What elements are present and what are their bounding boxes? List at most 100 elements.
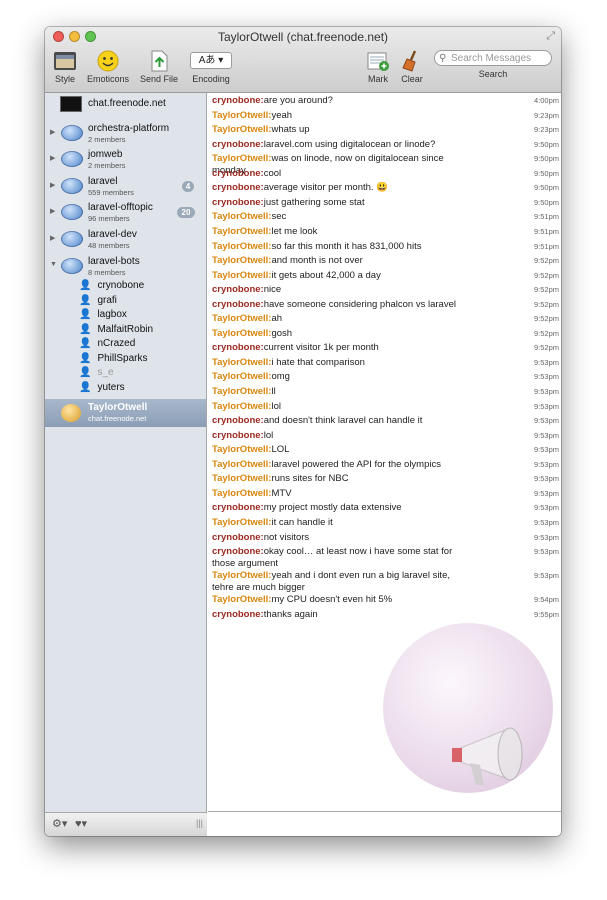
resize-handle-icon[interactable]: ||| (196, 818, 203, 828)
member-item[interactable]: 👤 crynobone (79, 280, 144, 291)
unread-badge: 20 (177, 207, 195, 218)
member-item[interactable]: 👤 lagbox (79, 309, 127, 320)
message-nick[interactable]: crynobone: (212, 299, 264, 310)
channel-item[interactable]: ▼ laravel-bots 8 members (45, 255, 206, 279)
message-nick[interactable]: crynobone: (212, 284, 264, 295)
message-time: 9:53pm (533, 488, 559, 498)
message-nick[interactable]: crynobone: (212, 532, 264, 543)
send-file-label: Send File (139, 74, 179, 84)
clear-button[interactable]: Clear (397, 50, 427, 84)
message-nick[interactable]: crynobone: (212, 197, 264, 208)
member-item[interactable]: 👤 nCrazed (79, 338, 135, 349)
chat-message: crynobone:laravel.com using digitalocean… (212, 139, 559, 151)
message-nick[interactable]: TaylorOtwell: (212, 241, 271, 252)
disclosure-closed-icon[interactable]: ▶ (50, 128, 55, 136)
chat-message: TaylorOtwell:omg 9:53pm (212, 371, 559, 383)
message-nick[interactable]: TaylorOtwell: (212, 444, 271, 455)
channel-item[interactable]: ▶ orchestra-platform 2 members (45, 122, 206, 146)
message-nick[interactable]: crynobone: (212, 182, 264, 193)
encoding-button[interactable]: Aあ ▾ Encoding (187, 50, 235, 84)
disclosure-closed-icon[interactable]: ▶ (50, 207, 55, 215)
member-item[interactable]: 👤 yuters (79, 382, 125, 393)
message-nick[interactable]: TaylorOtwell: (212, 124, 271, 135)
message-nick[interactable]: TaylorOtwell: (212, 226, 271, 237)
message-nick[interactable]: TaylorOtwell: (212, 594, 271, 605)
message-input[interactable] (208, 811, 561, 836)
message-nick[interactable]: crynobone: (212, 415, 264, 426)
chat-message: crynobone:thanks again 9:55pm (212, 609, 559, 621)
message-nick[interactable]: TaylorOtwell: (212, 401, 271, 412)
message-text: LOL (271, 444, 290, 456)
message-time: 9:52pm (533, 343, 559, 353)
message-nick[interactable]: crynobone: (212, 139, 264, 150)
send-file-button[interactable]: Send File (137, 50, 181, 84)
message-time: 9:50pm (533, 183, 559, 193)
message-nick[interactable]: crynobone: (212, 342, 264, 353)
disclosure-closed-icon[interactable]: ▶ (50, 154, 55, 162)
message-nick[interactable]: crynobone: (212, 502, 264, 513)
message-nick[interactable]: crynobone: (212, 430, 264, 441)
message-time: 9:51pm (533, 212, 559, 222)
person-icon: 👤 (79, 323, 92, 335)
message-text: have someone considering phalcon vs lara… (263, 298, 456, 310)
message-nick[interactable]: crynobone: (212, 168, 264, 179)
emoticons-button[interactable]: Emoticons (85, 50, 131, 84)
selected-query-item[interactable]: TaylorOtwell chat.freenode.net (45, 399, 206, 427)
disclosure-open-icon[interactable]: ▼ (50, 261, 57, 268)
server-row[interactable]: chat.freenode.net (45, 93, 206, 115)
smiley-emoji-icon: 😃 (376, 182, 389, 194)
channel-item[interactable]: ▶ laravel-offtopic 96 members 20 (45, 201, 206, 225)
member-name: grafi (97, 294, 117, 306)
message-time: 9:51pm (533, 226, 559, 236)
member-item[interactable]: 👤 PhillSparks (79, 353, 147, 364)
member-item[interactable]: 👤 grafi (79, 295, 117, 306)
search-input[interactable]: ⚲ Search Messages (434, 50, 552, 66)
gear-menu-icon[interactable]: ⚙▾ (52, 817, 67, 830)
sidebar-bottom-bar: ⚙▾ ♥▾ ||| (45, 812, 207, 836)
message-nick[interactable]: crynobone: (212, 546, 264, 557)
chat-bubble-icon (61, 151, 83, 167)
member-item[interactable]: 👤 MalfaitRobin (79, 324, 153, 335)
mark-button[interactable]: Mark (361, 50, 395, 84)
message-nick[interactable]: TaylorOtwell: (212, 110, 271, 121)
chat-message: TaylorOtwell:ll 9:53pm (212, 386, 559, 398)
style-button[interactable]: Style (51, 50, 79, 84)
fullscreen-icon[interactable]: ⤢ (546, 30, 555, 43)
message-nick[interactable]: TaylorOtwell: (212, 570, 271, 581)
message-nick[interactable]: TaylorOtwell: (212, 459, 271, 470)
chat-message: TaylorOtwell:sec 9:51pm (212, 211, 559, 223)
channel-item[interactable]: ▶ laravel-dev 48 members (45, 228, 206, 252)
message-nick[interactable]: crynobone: (212, 609, 264, 620)
message-nick[interactable]: TaylorOtwell: (212, 386, 271, 397)
chat-message: TaylorOtwell:laravel powered the API for… (212, 459, 559, 471)
message-nick[interactable]: crynobone: (212, 95, 264, 106)
message-text: average visitor per month. (263, 182, 374, 194)
message-nick[interactable]: TaylorOtwell: (212, 255, 271, 266)
channel-item[interactable]: ▶ laravel 559 members 4 (45, 175, 206, 199)
message-nick[interactable]: TaylorOtwell: (212, 211, 271, 222)
message-nick[interactable]: TaylorOtwell: (212, 517, 271, 528)
message-time: 9:50pm (533, 168, 559, 178)
query-server-name: chat.freenode.net (88, 414, 147, 423)
message-nick[interactable]: TaylorOtwell: (212, 328, 271, 339)
search-label: Search (478, 69, 508, 79)
message-nick[interactable]: TaylorOtwell: (212, 153, 271, 164)
message-nick[interactable]: TaylorOtwell: (212, 473, 271, 484)
channel-item[interactable]: ▶ jomweb 2 members (45, 148, 206, 172)
message-nick[interactable]: TaylorOtwell: (212, 371, 271, 382)
message-nick[interactable]: TaylorOtwell: (212, 313, 271, 324)
channel-name: jomweb (88, 149, 123, 160)
message-nick[interactable]: TaylorOtwell: (212, 270, 271, 281)
disclosure-closed-icon[interactable]: ▶ (50, 234, 55, 242)
chat-message: crynobone:just gathering some stat 9:50pm (212, 197, 559, 209)
message-time: 9:52pm (533, 285, 559, 295)
message-nick[interactable]: TaylorOtwell: (212, 357, 271, 368)
encoding-select[interactable]: Aあ ▾ (190, 52, 232, 69)
channel-member-count: 48 members (88, 241, 130, 250)
member-item[interactable]: 👤 s_e (79, 367, 114, 378)
chat-message: TaylorOtwell:it can handle it 9:53pm (212, 517, 559, 529)
disclosure-closed-icon[interactable]: ▶ (50, 181, 55, 189)
message-time: 9:52pm (533, 299, 559, 309)
message-nick[interactable]: TaylorOtwell: (212, 488, 271, 499)
favorite-menu-icon[interactable]: ♥▾ (75, 817, 87, 830)
